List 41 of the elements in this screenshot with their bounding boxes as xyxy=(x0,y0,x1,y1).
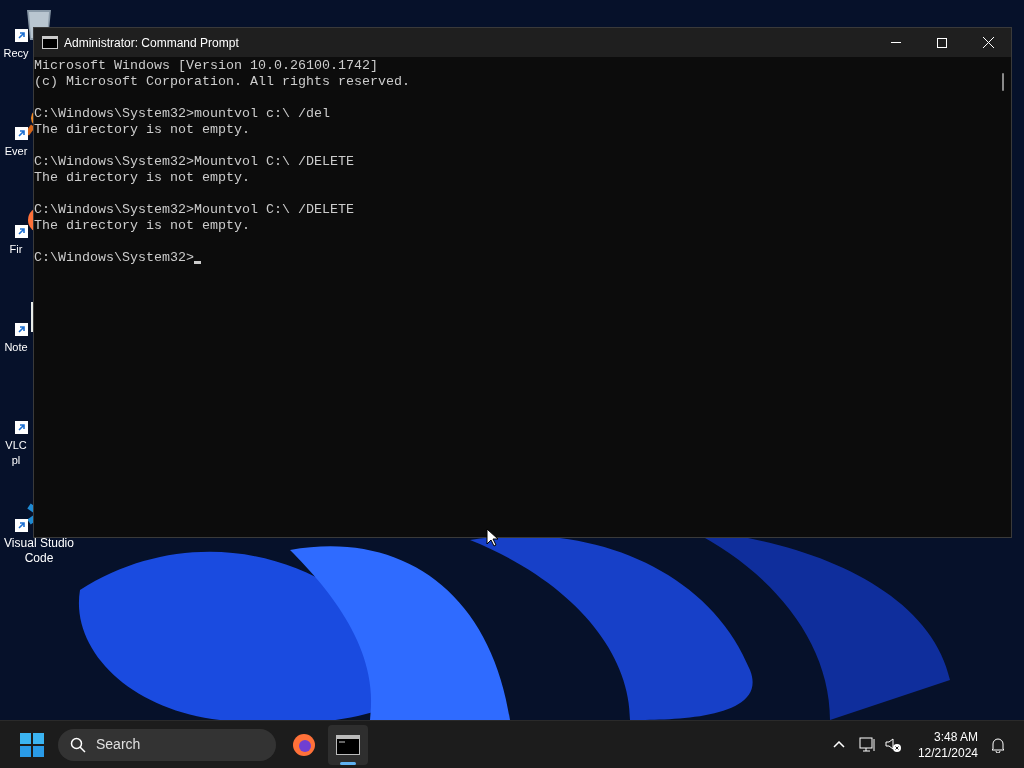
maximize-icon xyxy=(937,37,947,48)
desktop-icon-label[interactable]: VLC pl xyxy=(0,438,32,468)
console-app-icon xyxy=(336,734,360,755)
console-prompt: C:\Windows\System32> xyxy=(34,250,194,266)
close-icon xyxy=(982,37,994,48)
desktop-icon-label[interactable]: Ever xyxy=(0,144,32,159)
console-line: Microsoft Windows [Version 10.0.26100.1742] xyxy=(34,58,378,73)
desktop-icon-label[interactable]: Note xyxy=(0,340,32,355)
console-line: The directory is not empty. xyxy=(34,170,250,185)
search-icon xyxy=(70,736,86,753)
shortcut-arrow-icon xyxy=(15,29,28,42)
network-icon xyxy=(858,736,877,753)
text-cursor xyxy=(193,261,201,264)
search-input[interactable]: Search xyxy=(96,734,246,755)
console-line: The directory is not empty. xyxy=(34,122,250,137)
console-line: (c) Microsoft Corporation. All rights reserved. xyxy=(34,74,410,89)
desktop-icon-label[interactable]: Recy xyxy=(0,46,32,61)
desktop-icon-label[interactable]: Fir xyxy=(0,242,32,257)
windows-logo-icon xyxy=(20,732,44,757)
shortcut-arrow-icon xyxy=(15,519,28,532)
desktop-icon-label[interactable]: Visual Studio Code xyxy=(0,536,78,566)
console-line: C:\Windows\System32>Mountvol C:\ /DELETE xyxy=(34,154,354,169)
console-line: C:\Windows\System32>mountvol c:\ /del xyxy=(34,106,330,121)
chevron-up-icon xyxy=(832,741,845,748)
shortcut-arrow-icon xyxy=(15,225,28,238)
shortcut-arrow-icon xyxy=(15,127,28,140)
scrollbar-thumb[interactable] xyxy=(1002,73,1004,91)
active-indicator xyxy=(340,761,356,765)
console-app-icon xyxy=(42,36,58,49)
clock-date[interactable]: 12/21/2024 xyxy=(917,744,978,761)
console-line: C:\Windows\System32>Mountvol C:\ /DELETE xyxy=(34,202,354,217)
minimize-icon xyxy=(891,42,901,43)
search-box[interactable]: Search xyxy=(58,728,276,761)
shortcut-arrow-icon xyxy=(15,421,28,434)
window-title: Administrator: Command Prompt xyxy=(64,34,239,52)
clock-time[interactable]: 3:48 AM xyxy=(933,728,978,745)
speaker-muted-icon xyxy=(884,736,902,753)
console-line: The directory is not empty. xyxy=(34,218,250,233)
taskbar-app[interactable] xyxy=(328,724,368,765)
shortcut-arrow-icon xyxy=(15,323,28,336)
notification-bell-icon xyxy=(990,736,1006,753)
